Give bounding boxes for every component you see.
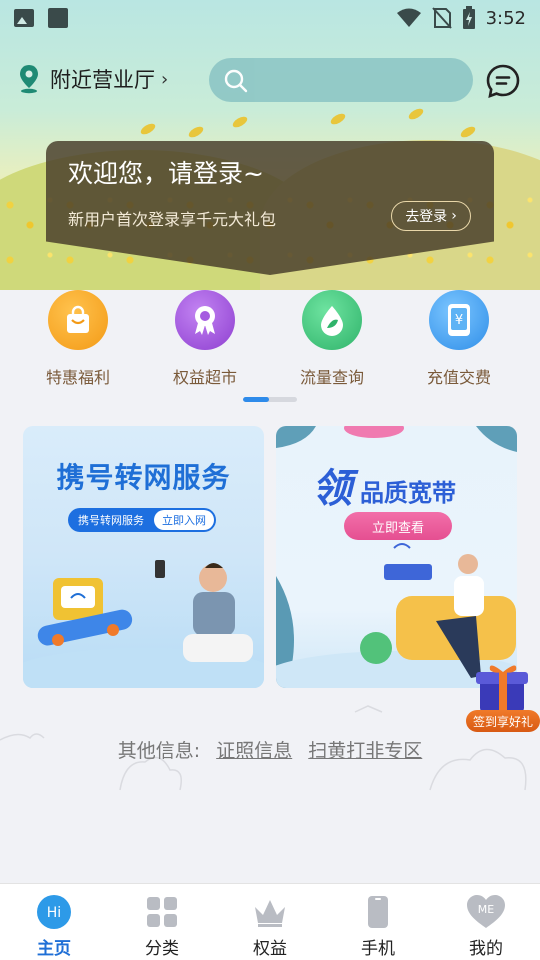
nav-category[interactable]: 分类 — [108, 894, 216, 959]
nav-label: 分类 — [145, 939, 179, 959]
nav-phone[interactable]: 手机 — [324, 894, 432, 959]
login-card: 欢迎您，请登录~ 新用户首次登录享千元大礼包 去登录 › — [46, 141, 494, 275]
banner-title: 携号转网服务 — [56, 461, 231, 494]
status-time: 3:52 — [485, 7, 526, 29]
search-input[interactable] — [209, 58, 473, 102]
search-icon — [224, 69, 248, 93]
login-button[interactable]: 去登录 › — [391, 201, 471, 231]
nearby-office-button[interactable]: 附近营业厅 › — [18, 64, 168, 94]
message-button[interactable] — [486, 64, 520, 102]
phone-yuan-icon: ¥ — [429, 290, 489, 350]
svg-text:Hi: Hi — [47, 905, 61, 921]
anti-porn-zone-link[interactable]: 扫黄打非专区 — [308, 740, 422, 762]
quick-link-rights-market[interactable]: 权益超市 — [150, 288, 260, 388]
leaf-drop-icon — [302, 290, 362, 350]
banner-pill: 携号转网服务 立即入网 — [68, 508, 216, 532]
join-now-button[interactable]: 立即入网 — [154, 510, 214, 530]
nearby-office-label: 附近营业厅 — [50, 68, 155, 92]
svg-text:¥: ¥ — [455, 313, 463, 328]
grid-icon — [147, 897, 177, 927]
banner-number-portability[interactable]: 携号转网服务 携号转网服务 立即入网 — [23, 426, 264, 688]
banner-title: 领 品质宽带 — [312, 466, 456, 512]
other-info: 其他信息: 证照信息 扫黄打非专区 — [0, 736, 540, 763]
nav-rights[interactable]: 权益 — [216, 894, 324, 959]
mascot-illustration — [23, 560, 264, 688]
location-pin-icon — [20, 65, 38, 94]
page-indicator — [243, 397, 297, 402]
square-icon — [48, 8, 68, 28]
other-info-label: 其他信息: — [117, 740, 201, 762]
quick-link-data-query[interactable]: 流量查询 — [277, 288, 387, 388]
login-button-label: 去登录 — [405, 209, 448, 225]
nav-me[interactable]: ME 我的 — [432, 894, 540, 959]
nav-label: 我的 — [469, 939, 503, 959]
hi-icon: Hi — [37, 895, 71, 929]
shopping-bag-icon — [48, 290, 108, 350]
image-icon — [14, 9, 34, 27]
top-bar: 附近营业厅 › — [0, 56, 540, 106]
license-info-link[interactable]: 证照信息 — [216, 740, 292, 762]
quick-link-label: 权益超市 — [172, 368, 237, 387]
status-bar: 3:52 — [0, 0, 540, 36]
no-sim-icon — [431, 7, 452, 29]
quick-link-label: 流量查询 — [299, 368, 364, 387]
welcome-text: 欢迎您，请登录~ — [68, 159, 264, 188]
chevron-right-icon: › — [161, 68, 169, 90]
quick-link-label: 特惠福利 — [45, 368, 110, 387]
crown-icon — [255, 900, 285, 927]
quick-link-label: 充值交费 — [426, 368, 491, 387]
bottom-nav: Hi 主页 分类 权益 手机 ME 我的 — [0, 883, 540, 960]
chat-bubble-icon — [486, 64, 520, 99]
svg-text:ME: ME — [478, 903, 494, 916]
chevron-right-icon: › — [451, 208, 457, 224]
ribbon-badge-icon — [175, 290, 235, 350]
quick-links: 特惠福利 权益超市 流量查询 ¥ 充值交费 — [0, 288, 540, 388]
nav-label: 主页 — [37, 939, 71, 959]
view-now-button[interactable]: 立即查看 — [344, 512, 452, 540]
nav-label: 权益 — [253, 939, 287, 959]
nav-label: 手机 — [361, 939, 395, 959]
me-heart-icon: ME — [467, 895, 505, 928]
nav-home[interactable]: Hi 主页 — [0, 894, 108, 959]
quick-link-discount[interactable]: 特惠福利 — [23, 288, 133, 388]
wifi-icon — [396, 8, 421, 27]
quick-link-recharge[interactable]: ¥ 充值交费 — [404, 288, 514, 388]
new-user-gift-text: 新用户首次登录享千元大礼包 — [68, 210, 277, 229]
banner-broadband[interactable]: 领 品质宽带 立即查看 — [276, 426, 517, 688]
battery-charging-icon — [462, 6, 475, 29]
phone-icon — [368, 896, 388, 928]
